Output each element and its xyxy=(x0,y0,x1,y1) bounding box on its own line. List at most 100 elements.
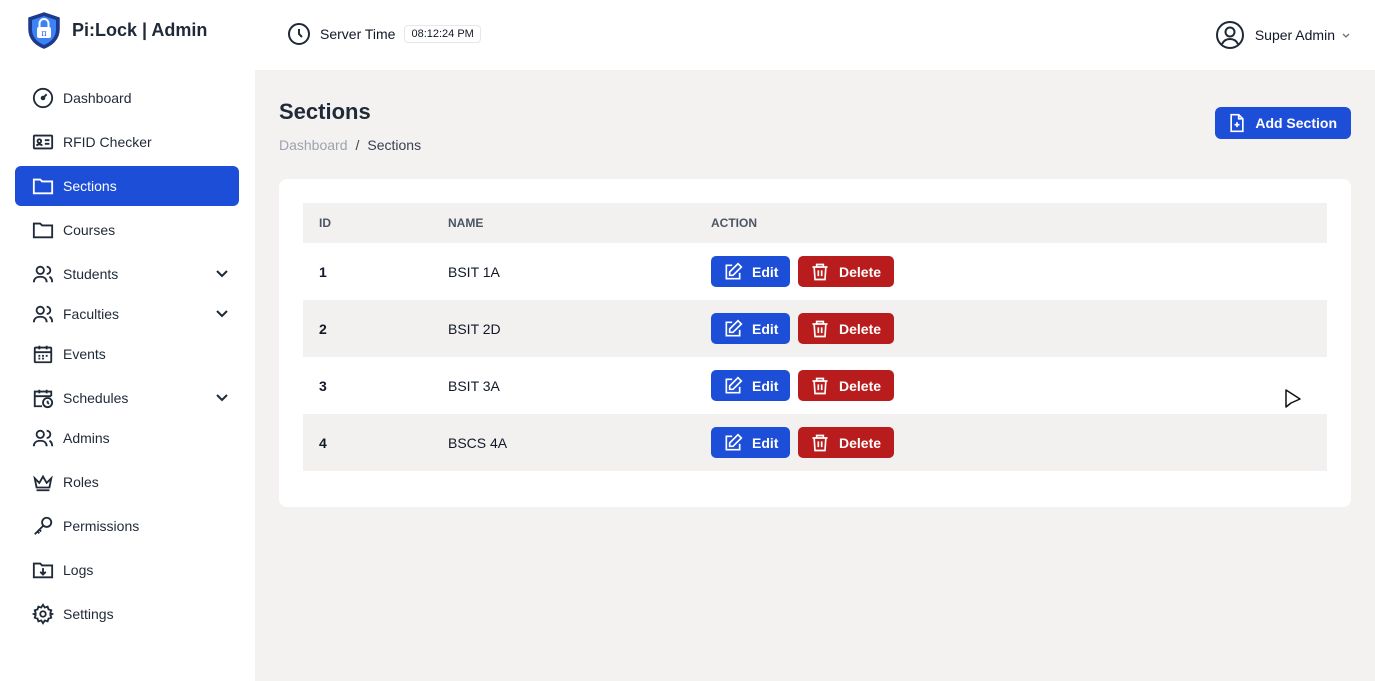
app-title: Pi:Lock | Admin xyxy=(72,19,208,40)
delete-button[interactable]: Delete xyxy=(798,313,894,344)
edit-button[interactable]: Edit xyxy=(711,370,790,401)
edit-button[interactable]: Edit xyxy=(711,313,790,344)
folder-icon xyxy=(31,218,55,242)
users-icon xyxy=(31,426,55,450)
sidebar-item-label: RFID Checker xyxy=(63,134,152,150)
users-icon xyxy=(31,302,55,326)
column-header-action: ACTION xyxy=(711,216,757,230)
gear-icon xyxy=(31,602,55,626)
column-header-id: ID xyxy=(319,216,331,230)
folder-icon xyxy=(31,174,55,198)
delete-label: Delete xyxy=(839,434,882,451)
column-header-name: NAME xyxy=(448,216,484,230)
file-plus-icon xyxy=(1230,113,1244,133)
trash-icon xyxy=(812,434,828,451)
chevron-down-icon xyxy=(216,310,228,318)
server-time-display: Server Time 08:12:24 PM xyxy=(287,22,481,46)
edit-button[interactable]: Edit xyxy=(711,427,790,458)
table-row: 4 BSCS 4A Edit Delete xyxy=(303,414,1327,471)
sidebar-item-schedules[interactable]: Schedules xyxy=(15,378,239,418)
sidebar-item-logs[interactable]: Logs xyxy=(15,550,239,590)
sidebar-item-label: Permissions xyxy=(63,518,140,534)
table-row: 1 BSIT 1A Edit Delete xyxy=(303,243,1327,300)
top-bar: π Pi:Lock | Admin Server Time 08:12:24 P… xyxy=(0,0,1375,70)
table-header: ID NAME ACTION xyxy=(303,203,1327,243)
key-icon xyxy=(31,514,55,538)
main-content: Sections Dashboard / Sections Add Sectio… xyxy=(255,70,1375,681)
page-title: Sections xyxy=(279,99,371,124)
trash-icon xyxy=(812,263,828,280)
breadcrumb-separator: / xyxy=(355,137,360,153)
sidebar-item-label: Schedules xyxy=(63,390,129,406)
edit-icon xyxy=(725,318,743,336)
delete-label: Delete xyxy=(839,320,882,337)
trash-icon xyxy=(812,377,828,394)
crown-icon xyxy=(31,470,55,494)
sidebar-item-label: Settings xyxy=(63,606,114,622)
cell-name: BSCS 4A xyxy=(448,435,508,451)
sidebar-item-courses[interactable]: Courses xyxy=(15,210,239,250)
id-card-icon xyxy=(31,130,55,154)
user-circle-icon xyxy=(1215,21,1244,49)
sidebar-item-label: Courses xyxy=(63,222,116,238)
cell-id: 1 xyxy=(319,264,327,280)
sidebar-item-label: Roles xyxy=(63,474,99,490)
clock-icon xyxy=(288,23,310,45)
sidebar-item-students[interactable]: Students xyxy=(15,254,239,294)
edit-icon xyxy=(725,375,743,393)
sidebar-item-permissions[interactable]: Permissions xyxy=(15,506,239,546)
sidebar-item-events[interactable]: Events xyxy=(15,334,239,374)
sidebar-item-faculties[interactable]: Faculties xyxy=(15,294,239,334)
sidebar-item-label: Students xyxy=(63,266,119,282)
edit-label: Edit xyxy=(752,434,779,451)
mouse-cursor-icon xyxy=(1285,389,1301,408)
folder-download-icon xyxy=(31,558,55,582)
delete-button[interactable]: Delete xyxy=(798,427,894,458)
edit-button[interactable]: Edit xyxy=(711,256,790,287)
breadcrumb-current: Sections xyxy=(367,137,422,153)
cell-name: BSIT 1A xyxy=(448,264,500,280)
sidebar-item-settings[interactable]: Settings xyxy=(15,594,239,634)
delete-button[interactable]: Delete xyxy=(798,256,894,287)
sidebar-item-label: Logs xyxy=(63,562,94,578)
chevron-down-icon xyxy=(216,270,228,278)
cell-id: 2 xyxy=(319,321,327,337)
chevron-down-icon xyxy=(216,394,228,402)
sidebar-item-sections[interactable]: Sections xyxy=(15,166,239,206)
edit-icon xyxy=(725,261,743,279)
edit-icon xyxy=(725,432,743,450)
table-row: 3 BSIT 3A Edit Delete xyxy=(303,357,1327,414)
user-menu[interactable]: Super Admin xyxy=(1215,20,1351,50)
delete-label: Delete xyxy=(839,263,882,280)
sidebar-item-label: Admins xyxy=(63,430,110,446)
cell-id: 4 xyxy=(319,435,327,451)
sidebar-item-dashboard[interactable]: Dashboard xyxy=(15,78,239,118)
gauge-icon xyxy=(31,86,55,110)
sections-table-card: ID NAME ACTION 1 BSIT 1A Edit Delete 2 B… xyxy=(279,179,1351,507)
breadcrumb-dashboard-link[interactable]: Dashboard xyxy=(279,137,348,153)
app-logo[interactable]: π Pi:Lock | Admin xyxy=(26,11,207,49)
user-name: Super Admin xyxy=(1254,27,1335,43)
sidebar-item-label: Faculties xyxy=(63,306,120,322)
sidebar-item-rfid-checker[interactable]: RFID Checker xyxy=(15,122,239,162)
sidebar-item-label: Events xyxy=(63,346,106,362)
cell-name: BSIT 2D xyxy=(448,321,501,337)
delete-label: Delete xyxy=(839,377,882,394)
users-icon xyxy=(31,262,55,286)
sidebar-item-label: Dashboard xyxy=(63,90,132,106)
add-section-label: Add Section xyxy=(1255,115,1337,131)
sidebar-item-admins[interactable]: Admins xyxy=(15,418,239,458)
trash-icon xyxy=(812,320,828,337)
server-time-label: Server Time xyxy=(320,26,396,42)
delete-button[interactable]: Delete xyxy=(798,370,894,401)
sidebar-item-roles[interactable]: Roles xyxy=(15,462,239,502)
edit-label: Edit xyxy=(752,263,779,280)
sidebar-item-label: Sections xyxy=(63,178,117,194)
breadcrumb: Dashboard / Sections xyxy=(279,137,421,153)
cell-name: BSIT 3A xyxy=(448,378,500,394)
table-row: 2 BSIT 2D Edit Delete xyxy=(303,300,1327,357)
edit-label: Edit xyxy=(752,320,779,337)
svg-text:π: π xyxy=(41,29,46,38)
calendar-icon xyxy=(31,342,55,366)
add-section-button[interactable]: Add Section xyxy=(1215,107,1351,139)
